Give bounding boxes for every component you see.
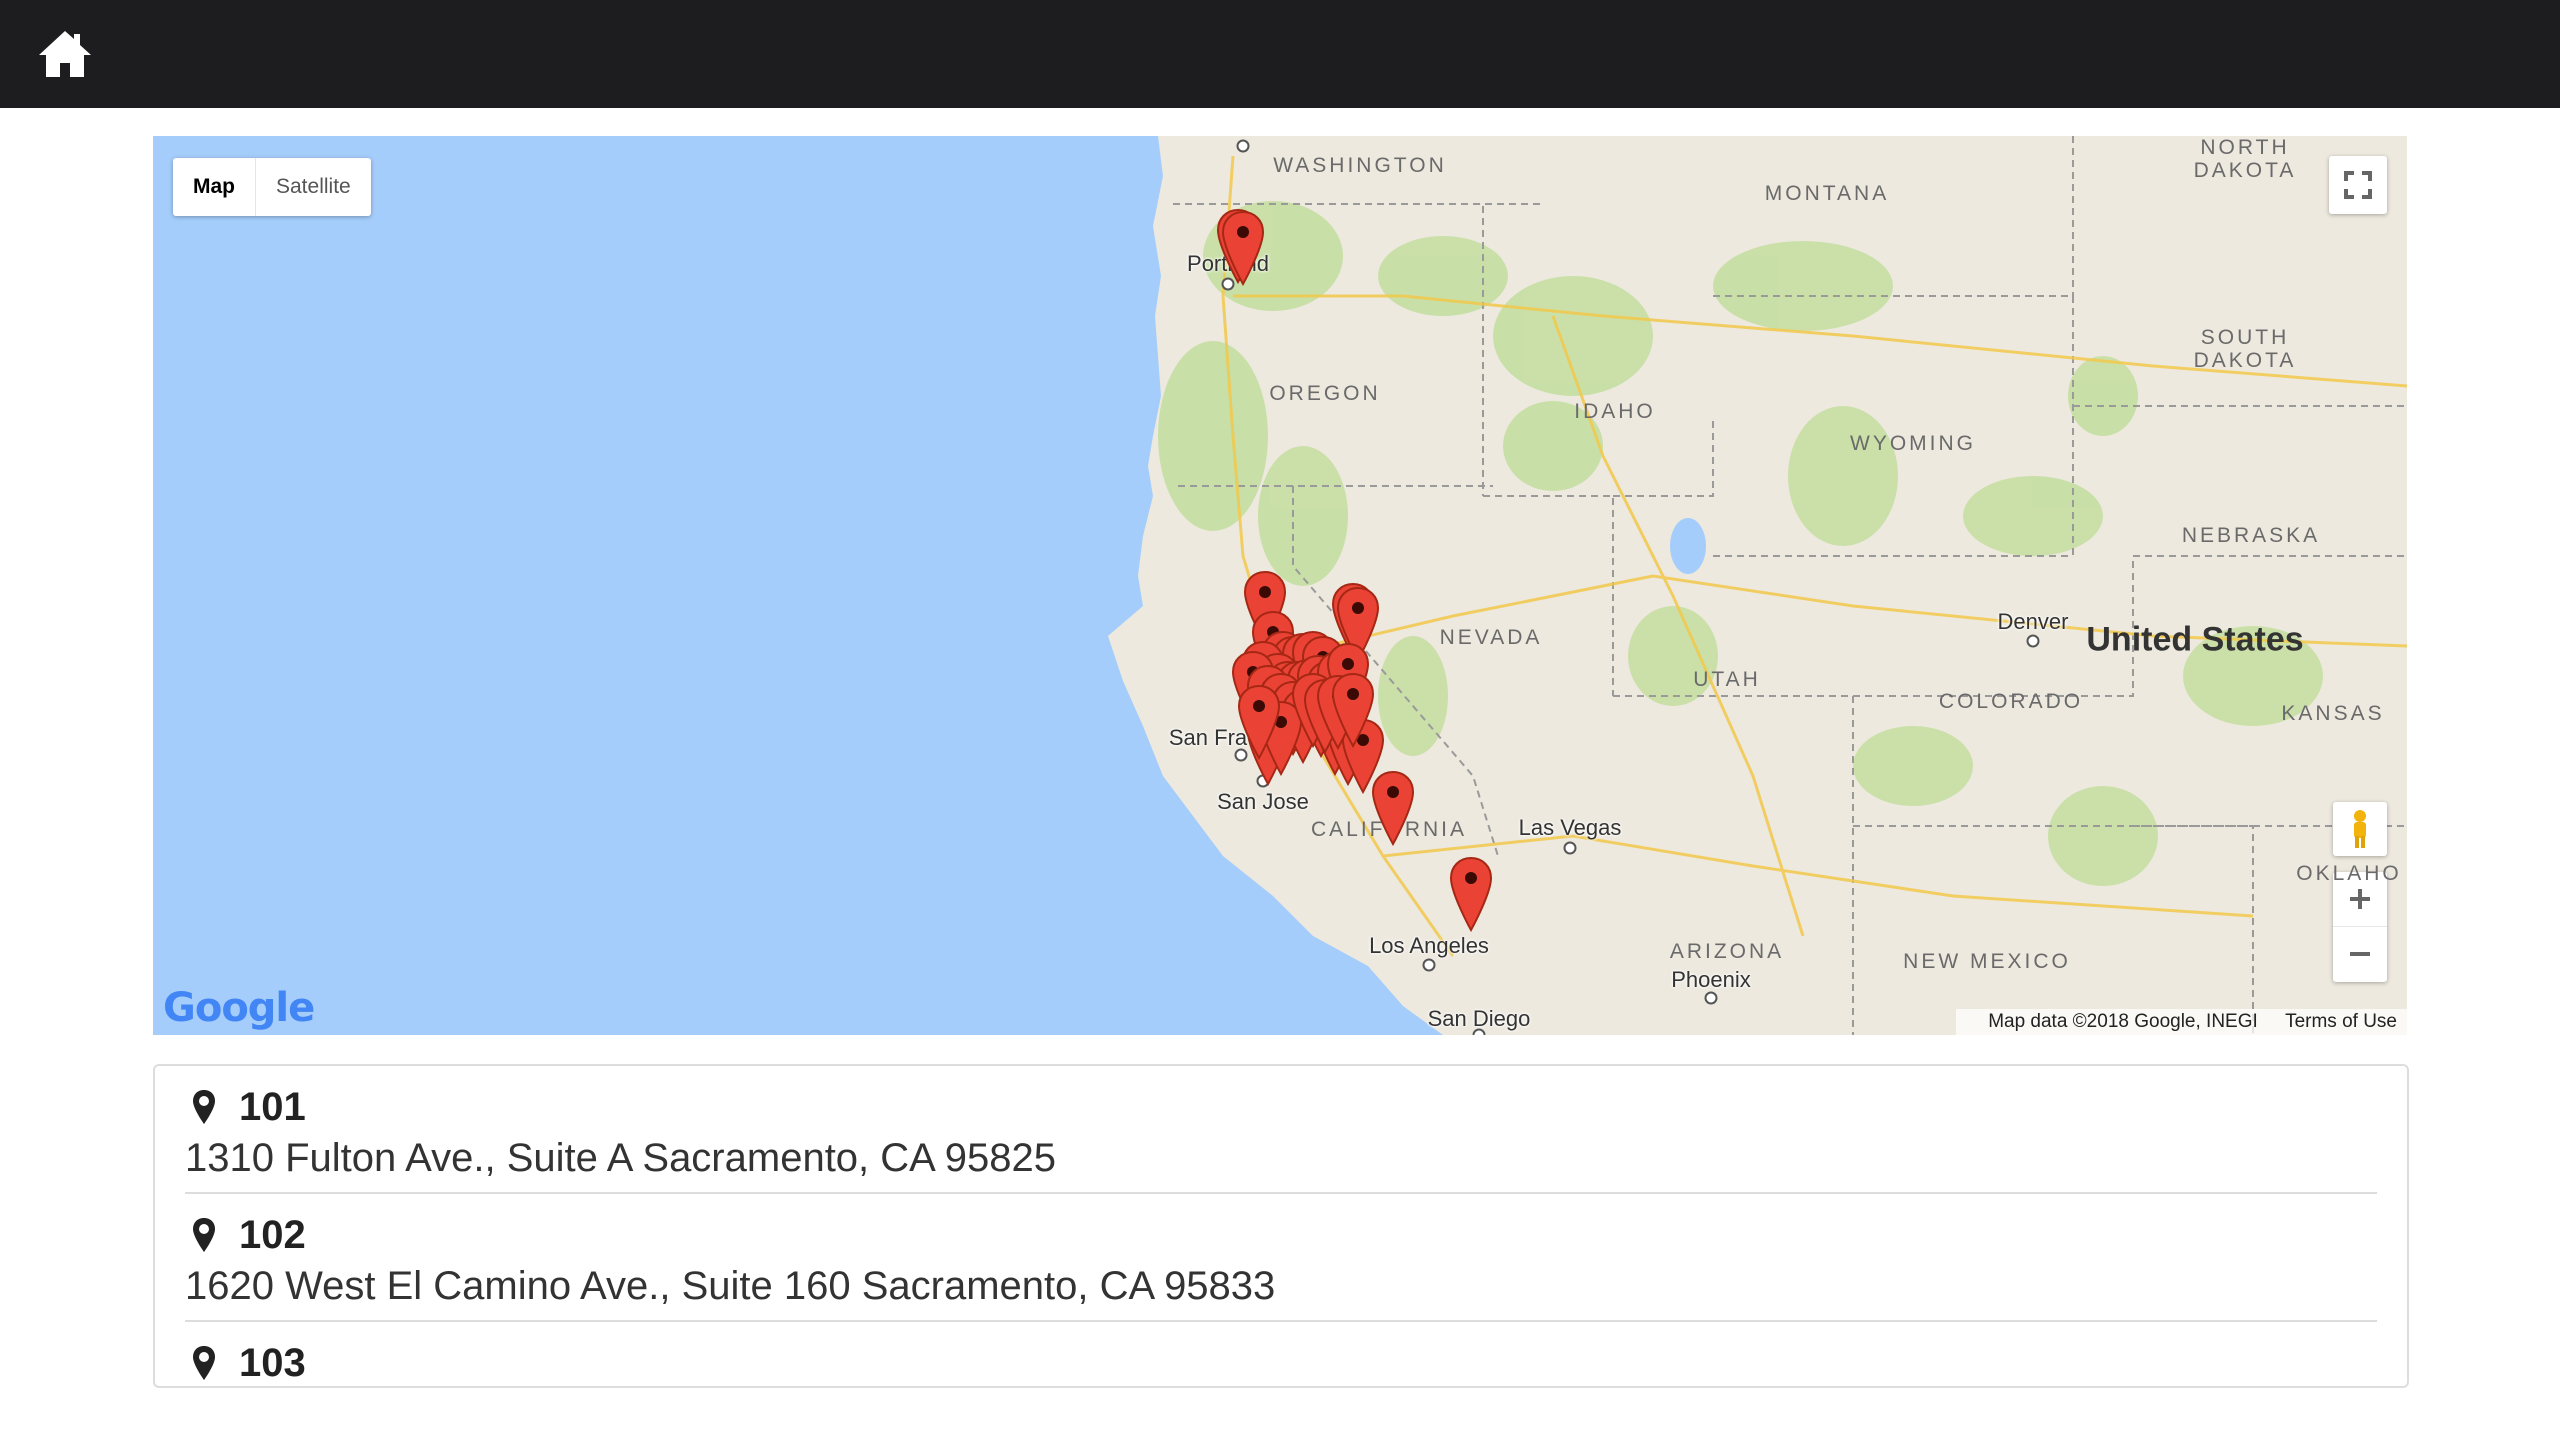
top-navbar xyxy=(0,0,2560,108)
map-label-oklahoma: OKLAHO xyxy=(2296,862,2402,885)
map-label-montana: MONTANA xyxy=(1764,182,1890,205)
terms-of-use-link[interactable]: Terms of Use xyxy=(2285,1011,2397,1032)
map-marker[interactable] xyxy=(1370,770,1416,847)
map-label-north-dakota-2: DAKOTA xyxy=(2193,159,2297,182)
zoom-out-button[interactable] xyxy=(2333,927,2387,981)
pegman-icon xyxy=(2354,810,2366,848)
location-address: 1310 Fulton Ave., Suite A Sacramento, CA… xyxy=(185,1136,1056,1180)
map-type-control: Map Satellite xyxy=(173,158,371,216)
map-label-colorado: COLORADO xyxy=(1938,690,2084,713)
location-number: 101 xyxy=(239,1084,306,1129)
zoom-control xyxy=(2333,872,2387,982)
map-marker[interactable] xyxy=(1220,210,1266,287)
locations-list: 101 1310 Fulton Ave., Suite A Sacramento… xyxy=(153,1064,2409,1388)
locations-map[interactable]: Map Satellite WASHINGTON MONTANA NORTH D… xyxy=(153,136,2407,1035)
map-label-south-dakota-1: SOUTH xyxy=(2200,326,2290,349)
map-label-las-vegas: Las Vegas xyxy=(1518,815,1622,840)
map-label-denver: Denver xyxy=(1997,609,2069,634)
list-item[interactable]: 103 xyxy=(185,1322,2377,1448)
city-dot xyxy=(1422,958,1436,972)
map-marker[interactable] xyxy=(1236,684,1282,761)
map-pin-icon xyxy=(193,1090,215,1124)
map-label-idaho: IDAHO xyxy=(1574,400,1656,423)
map-label-arizona: ARIZONA xyxy=(1669,940,1785,963)
home-icon[interactable] xyxy=(36,28,94,80)
map-pin-icon xyxy=(193,1218,215,1252)
map-label-united-states: United States xyxy=(2086,620,2304,659)
city-dot xyxy=(1472,1028,1486,1035)
location-number: 102 xyxy=(239,1212,306,1257)
map-label-phoenix: Phoenix xyxy=(1671,967,1751,992)
map-label-oregon: OREGON xyxy=(1269,382,1381,405)
map-marker[interactable] xyxy=(1330,672,1376,749)
map-label-kansas: KANSAS xyxy=(2281,702,2385,725)
google-logo: Google xyxy=(163,985,315,1031)
map-label-north-dakota-1: NORTH xyxy=(2200,136,2290,159)
fullscreen-icon xyxy=(2344,171,2372,199)
fullscreen-button[interactable] xyxy=(2329,156,2387,214)
map-label-nebraska: NEBRASKA xyxy=(2181,524,2321,547)
map-label-wyoming: WYOMING xyxy=(1850,432,1976,455)
map-label-los-angeles: Los Angeles xyxy=(1369,933,1489,958)
street-view-pegman-button[interactable] xyxy=(2333,802,2387,856)
map-label-new-mexico: NEW MEXICO xyxy=(1903,950,2071,973)
map-label-utah: UTAH xyxy=(1693,668,1761,691)
city-dot xyxy=(2026,634,2040,648)
city-dot xyxy=(1236,139,1250,153)
location-title: 102 xyxy=(191,1212,306,1258)
location-title: 101 xyxy=(191,1084,306,1130)
city-dot xyxy=(1563,841,1577,855)
location-address: 1620 West El Camino Ave., Suite 160 Sacr… xyxy=(185,1264,1276,1308)
location-number: 103 xyxy=(239,1340,306,1385)
map-type-map-button[interactable]: Map xyxy=(173,158,256,216)
map-type-satellite-button[interactable]: Satellite xyxy=(256,158,371,216)
map-data-attribution: Map data ©2018 Google, INEGI xyxy=(1988,1011,2258,1032)
map-label-south-dakota-2: DAKOTA xyxy=(2193,349,2297,372)
map-attribution: Map data ©2018 Google, INEGI Terms of Us… xyxy=(1956,1009,2407,1035)
location-title: 103 xyxy=(191,1340,306,1386)
map-pin-icon xyxy=(193,1346,215,1380)
list-item[interactable]: 102 1620 West El Camino Ave., Suite 160 … xyxy=(185,1194,2377,1322)
map-marker[interactable] xyxy=(1448,856,1494,933)
map-label-san-jose: San Jose xyxy=(1217,789,1309,814)
map-label-nevada: NEVADA xyxy=(1439,626,1543,649)
city-dot xyxy=(1704,991,1718,1005)
list-item[interactable]: 101 1310 Fulton Ave., Suite A Sacramento… xyxy=(185,1066,2377,1194)
map-label-washington: WASHINGTON xyxy=(1273,154,1447,177)
